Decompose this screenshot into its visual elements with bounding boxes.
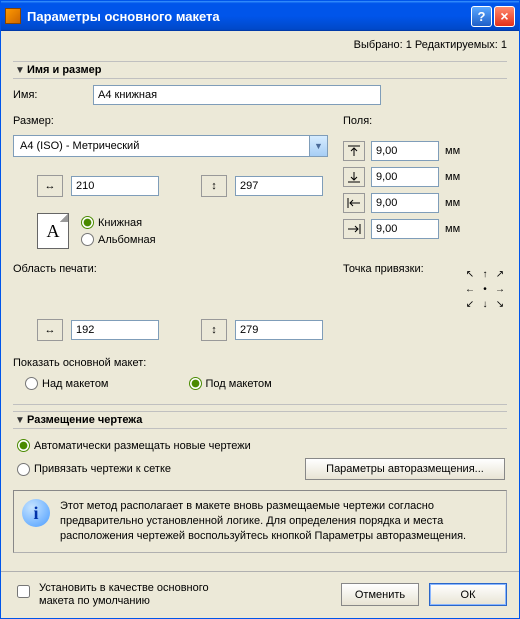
app-icon <box>5 8 21 24</box>
height-icon: ↕ <box>201 175 227 197</box>
anchor-label: Точка привязки: <box>343 263 424 275</box>
cancel-button[interactable]: Отменить <box>341 583 419 606</box>
margin-left-input[interactable] <box>371 193 439 213</box>
anchor-bl[interactable]: ↙ <box>463 297 477 311</box>
orientation-landscape[interactable]: Альбомная <box>81 233 156 246</box>
section-placement-header[interactable]: ▼ Размещение чертежа <box>13 411 507 429</box>
print-height-icon: ↕ <box>201 319 227 341</box>
unit-label: мм <box>445 171 467 183</box>
margin-bottom-input[interactable] <box>371 167 439 187</box>
selection-status: Выбрано: 1 Редактируемых: 1 <box>1 31 519 55</box>
set-default-label: Установить в качестве основного макета п… <box>39 582 239 608</box>
unit-label: мм <box>445 145 467 157</box>
anchor-b[interactable]: ↓ <box>478 297 492 311</box>
radio-landscape[interactable] <box>81 233 94 246</box>
info-box: i Этот метод располагает в макете вновь … <box>13 490 507 553</box>
autoplace-params-button[interactable]: Параметры авторазмещения... <box>305 458 505 480</box>
width-icon: ↔ <box>37 175 63 197</box>
auto-place-option[interactable]: Автоматически размещать новые чертежи <box>13 439 507 452</box>
window-title: Параметры основного макета <box>27 9 469 24</box>
show-below-label: Под макетом <box>206 378 272 390</box>
landscape-label: Альбомная <box>98 234 156 246</box>
radio-snap-place[interactable] <box>17 463 30 476</box>
collapse-arrow-icon: ▼ <box>13 415 27 426</box>
margin-right-input[interactable] <box>371 219 439 239</box>
help-button[interactable]: ? <box>471 6 492 27</box>
unit-label: мм <box>445 223 467 235</box>
orientation-portrait[interactable]: Книжная <box>81 216 156 229</box>
show-above-option[interactable]: Над макетом <box>25 377 109 390</box>
width-input[interactable] <box>71 176 159 196</box>
name-label: Имя: <box>13 89 93 101</box>
radio-below[interactable] <box>189 377 202 390</box>
set-default-checkbox[interactable] <box>17 585 30 598</box>
margin-left-icon <box>343 193 365 213</box>
chevron-down-icon: ▼ <box>309 136 327 156</box>
anchor-tr[interactable]: ↗ <box>493 267 507 281</box>
unit-label: мм <box>445 197 467 209</box>
size-label: Размер: <box>13 115 343 127</box>
section-name-size-title: Имя и размер <box>27 64 101 76</box>
show-layout-label: Показать основной макет: <box>13 357 507 369</box>
section-placement-title: Размещение чертежа <box>27 414 142 426</box>
radio-above[interactable] <box>25 377 38 390</box>
page-size-combo[interactable]: A4 (ISO) - Метрический ▼ <box>13 135 328 157</box>
margin-bottom-icon <box>343 167 365 187</box>
info-icon: i <box>22 499 50 527</box>
snap-place-option[interactable]: Привязать чертежи к сетке <box>17 463 171 476</box>
dialog-window: Параметры основного макета ? × Выбрано: … <box>0 0 520 619</box>
anchor-br[interactable]: ↘ <box>493 297 507 311</box>
auto-place-label: Автоматически размещать новые чертежи <box>34 440 251 452</box>
margin-top-input[interactable] <box>371 141 439 161</box>
anchor-l[interactable]: ← <box>463 282 477 296</box>
page-size-value: A4 (ISO) - Метрический <box>20 140 139 152</box>
anchor-grid[interactable]: ↖ ↑ ↗ ← • → ↙ ↓ ↘ <box>463 267 507 311</box>
snap-place-label: Привязать чертежи к сетке <box>34 463 171 475</box>
height-input[interactable] <box>235 176 323 196</box>
section-name-size-header[interactable]: ▼ Имя и размер <box>13 61 507 79</box>
footer: Установить в качестве основного макета п… <box>1 571 519 618</box>
content-area: ▼ Имя и размер Имя: Размер: A4 (ISO) - М… <box>1 55 519 571</box>
close-button[interactable]: × <box>494 6 515 27</box>
titlebar: Параметры основного макета ? × <box>1 1 519 31</box>
name-input[interactable] <box>93 85 381 105</box>
margin-right-icon <box>343 219 365 239</box>
print-area-label: Область печати: <box>13 263 343 311</box>
ok-button[interactable]: ОК <box>429 583 507 606</box>
orientation-icon: A <box>37 213 69 249</box>
margins-label: Поля: <box>343 115 507 127</box>
anchor-t[interactable]: ↑ <box>478 267 492 281</box>
show-above-label: Над макетом <box>42 378 109 390</box>
portrait-label: Книжная <box>98 217 142 229</box>
radio-auto-place[interactable] <box>17 439 30 452</box>
anchor-tl[interactable]: ↖ <box>463 267 477 281</box>
anchor-r[interactable]: → <box>493 282 507 296</box>
anchor-c[interactable]: • <box>478 282 492 296</box>
info-text: Этот метод располагает в макете вновь ра… <box>60 499 498 544</box>
show-below-option[interactable]: Под макетом <box>189 377 272 390</box>
margin-top-icon <box>343 141 365 161</box>
collapse-arrow-icon: ▼ <box>13 65 27 76</box>
print-width-input[interactable] <box>71 320 159 340</box>
print-height-input[interactable] <box>235 320 323 340</box>
print-width-icon: ↔ <box>37 319 63 341</box>
radio-portrait[interactable] <box>81 216 94 229</box>
